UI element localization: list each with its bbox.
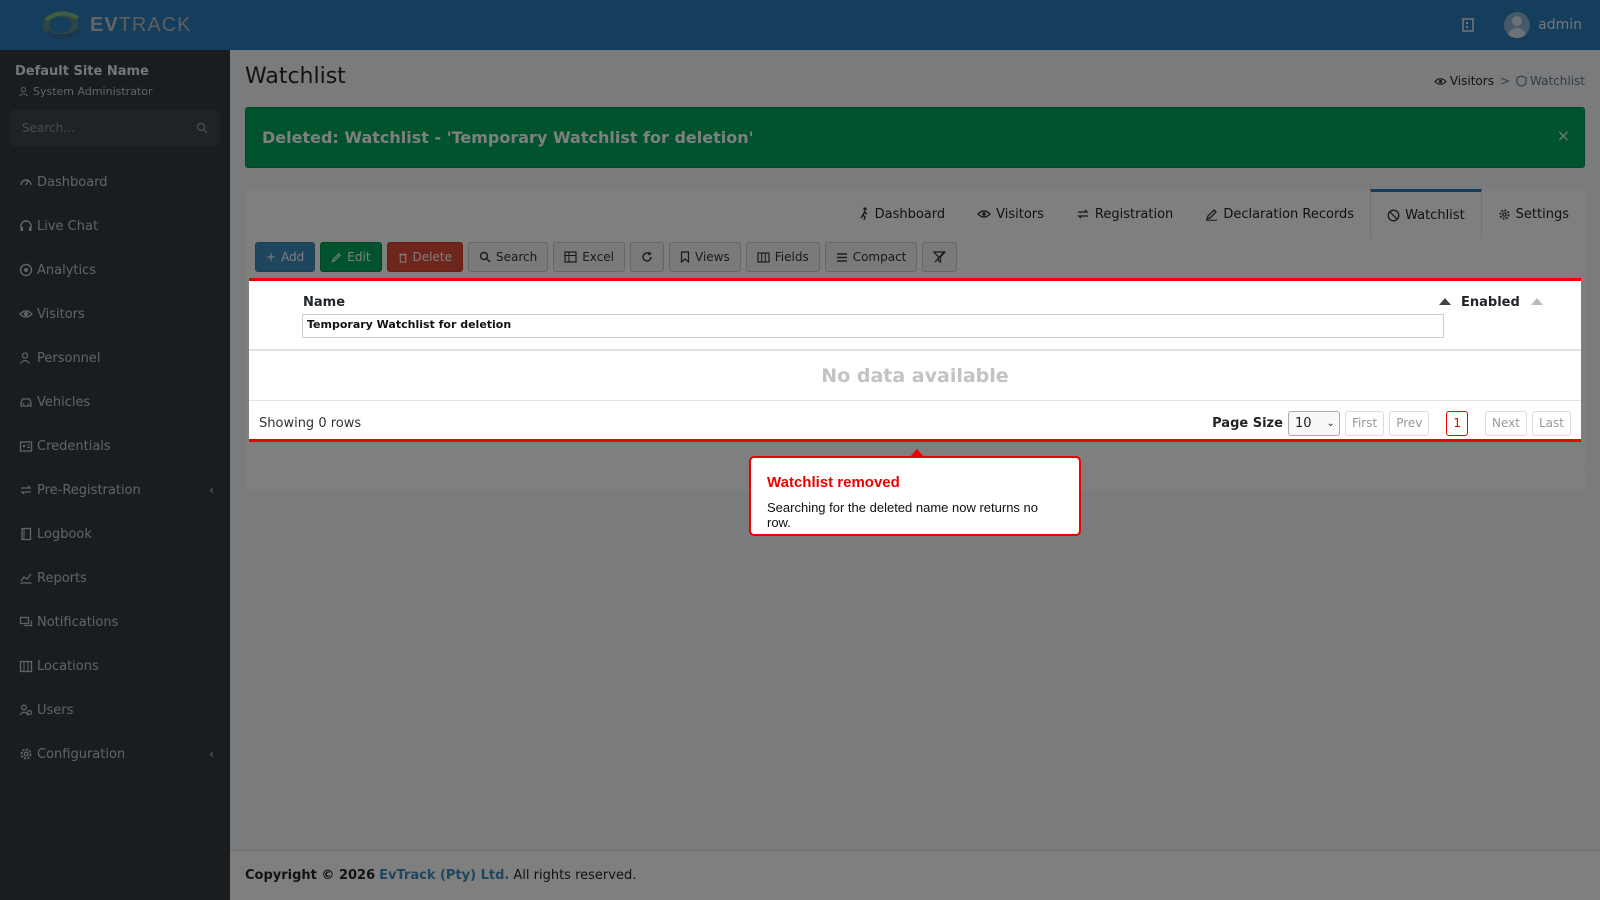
sort-asc-icon[interactable] <box>1439 298 1451 305</box>
callout-body: Searching for the deleted name now retur… <box>767 500 1039 530</box>
grid-pager: Showing 0 rows Page Size 10 ⌄ First Prev … <box>249 401 1581 445</box>
column-header-name[interactable]: Name <box>303 295 345 310</box>
annotation-callout: Watchlist removed Searching for the dele… <box>749 449 1081 536</box>
watchlist-grid: Name Enabled Temporary Watchlist for del… <box>249 278 1581 442</box>
first-page-button[interactable]: First <box>1344 410 1385 436</box>
grid-header: Name Enabled Temporary Watchlist for del… <box>249 281 1581 351</box>
chevron-down-icon: ⌄ <box>1326 417 1335 429</box>
sort-asc-icon[interactable] <box>1531 298 1543 305</box>
page-size-label: Page Size <box>1212 415 1283 431</box>
last-page-button[interactable]: Last <box>1532 410 1571 436</box>
page-size-value: 10 <box>1294 415 1312 431</box>
current-page-button[interactable]: 1 <box>1446 410 1469 436</box>
prev-page-button[interactable]: Prev <box>1389 410 1430 436</box>
next-page-button[interactable]: Next <box>1485 410 1527 436</box>
highlight-backdrop <box>0 0 1600 900</box>
row-count: Showing 0 rows <box>259 415 362 431</box>
empty-message: No data available <box>249 351 1581 401</box>
column-header-enabled[interactable]: Enabled <box>1461 295 1520 310</box>
name-filter-input[interactable]: Temporary Watchlist for deletion <box>302 314 1444 338</box>
page-size-select[interactable]: 10 ⌄ <box>1287 410 1340 436</box>
callout-title: Watchlist removed <box>767 474 900 491</box>
